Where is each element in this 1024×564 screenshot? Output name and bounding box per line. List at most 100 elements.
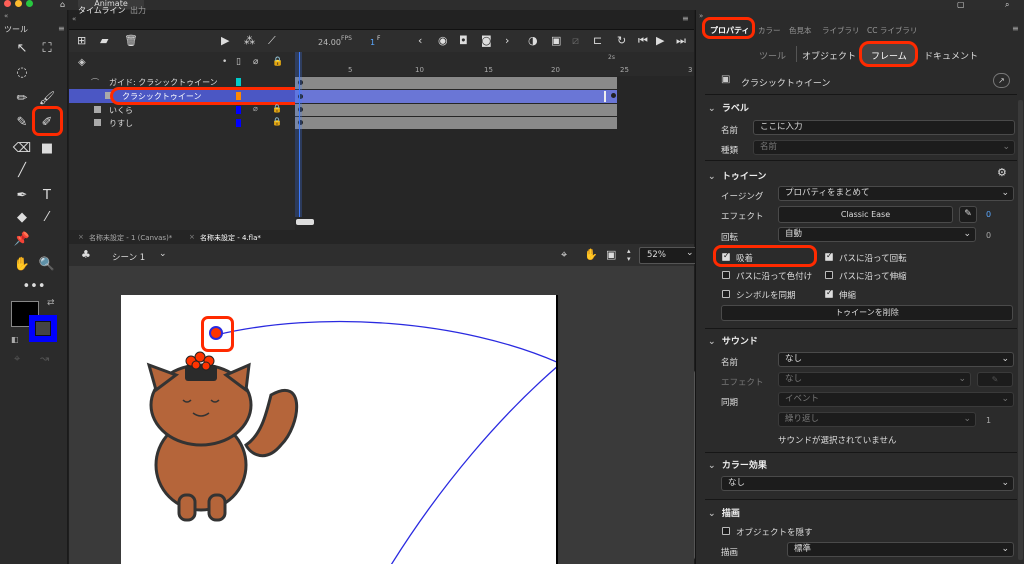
tab-color[interactable]: カラー [758,25,781,36]
eraser-icon[interactable]: ⌫ [12,138,32,158]
tween-section-header[interactable]: ⌄ トゥイーン [708,169,1018,182]
close-tab-icon[interactable]: × [78,233,84,241]
draw-section-header[interactable]: ⌄ 描画 [708,506,1018,519]
tween-icon[interactable]: ⧄ [572,34,579,48]
play-icon[interactable]: ▶ [656,34,664,47]
scale-along-checkbox[interactable] [825,271,833,279]
sound-section-header[interactable]: ⌄ サウンド [708,334,1018,347]
camera-icon[interactable]: ▶ [221,34,229,47]
motion-path[interactable] [215,320,558,364]
scale-checkbox[interactable] [825,288,833,298]
frame-span-guide[interactable] [295,77,617,89]
keyframe-end[interactable] [611,93,616,98]
more-tools-icon[interactable]: ••• [23,276,46,296]
edit-multiple-icon[interactable]: ▣ [551,34,561,47]
outline-icon[interactable]: ▯ [236,57,241,67]
delete-tween-button[interactable]: トゥイーンを削除 [721,305,1013,321]
doc-tab-2[interactable]: 名称未設定 - 4.fla* [200,233,261,243]
frame-name-input[interactable]: ここに入力 [753,120,1015,135]
loop-icon[interactable]: ↻ [617,34,626,47]
minimize-window-button[interactable] [15,0,22,7]
center-stage-icon[interactable]: ▴ ▾ [627,247,631,263]
paint-bucket-icon[interactable]: ◆ [12,207,32,227]
panel-menu-icon[interactable]: ≡ [682,14,689,23]
smooth-icon[interactable]: ↝ [40,352,49,365]
onion-skin-icon[interactable]: ◑ [528,34,538,47]
graph-icon[interactable]: ⟋ [268,34,276,48]
pin-icon[interactable]: 📌 [12,229,32,249]
link-icon[interactable]: ↗ [993,73,1010,88]
snap-icon[interactable]: ⌖ [14,352,20,366]
paint-brush-icon[interactable]: ✏ [12,88,32,108]
goto-first-icon[interactable]: ⏮ [638,34,648,48]
layer-depth-icon[interactable]: ⁂ [244,34,255,47]
hide-object-checkbox[interactable] [722,527,730,535]
chevron-down-icon[interactable]: ⌄ [159,249,167,259]
next-keyframe-icon[interactable]: › [505,34,509,47]
repeat-count[interactable]: 1 [986,416,991,425]
zoom-window-button[interactable] [26,0,33,7]
fps-value[interactable]: 24.00 [318,38,341,47]
color-effect-section-header[interactable]: ⌄ カラー効果 [708,458,1018,471]
visibility-icon[interactable]: ⌀ [253,57,258,67]
selection-tool-icon[interactable]: ↖ [12,38,32,58]
fluid-brush-icon[interactable]: ✎ [12,112,32,132]
line-icon[interactable]: ╱ [12,160,32,180]
sync-checkbox[interactable] [722,290,730,298]
panel-menu-icon[interactable]: ≡ [1012,24,1019,33]
rotate-stage-icon[interactable]: ✋ [584,248,598,261]
color-effect-select[interactable]: なし ⌄ [721,476,1014,491]
frame-span-tween[interactable] [295,90,617,103]
swap-colors-icon[interactable]: ⇄ [47,298,55,308]
sub-tab-document[interactable]: ドキュメント [924,49,978,62]
window-icon[interactable]: ▢ [957,0,965,9]
hidden-icon[interactable]: ⌀ [253,104,258,113]
new-layer-icon[interactable]: ⊞ [77,34,86,47]
frame-span-icon[interactable]: ⊏ [593,34,602,47]
tab-swatches[interactable]: 色見本 [789,25,812,36]
sub-tab-tool[interactable]: ツール [759,49,786,62]
rectangle-icon[interactable]: ■ [37,138,57,158]
tab-timeline[interactable]: タイムライン [78,5,125,16]
sync-mode-select[interactable]: イベント ⌄ [778,392,1014,407]
goto-last-icon[interactable]: ⏭ [676,34,686,48]
insert-blank-icon[interactable]: ◘ [459,34,468,47]
scene-label[interactable]: シーン 1 [112,251,145,263]
easing-select[interactable]: プロパティをまとめて ⌄ [778,186,1014,201]
home-icon[interactable]: ⌂ [60,0,65,9]
clear-keyframe-icon[interactable]: ◙ [481,34,492,47]
kind-select[interactable]: 名前 ⌄ [753,140,1015,155]
edit-ease-icon[interactable]: ✎ [959,206,977,223]
sound-name-select[interactable]: なし ⌄ [778,352,1014,367]
lock-icon[interactable]: 🔒 [272,117,282,126]
hand-icon[interactable]: ✋ [12,254,32,274]
ease-effect-button[interactable]: Classic Ease [778,206,953,223]
close-window-button[interactable] [4,0,11,7]
lock-icon[interactable]: 🔒 [272,104,282,113]
properties-scrollbar[interactable] [1018,100,1023,560]
layer-risushi[interactable]: りすし 🔒 [69,117,295,129]
tab-library[interactable]: ライブラリ [822,25,860,36]
collapse-icon[interactable]: » [699,12,703,20]
clubs-icon[interactable]: ♣ [81,248,91,261]
default-colors-icon[interactable]: ◧ [11,335,19,344]
label-section-header[interactable]: ⌄ ラベル [708,101,1018,114]
lock-icon[interactable]: 🔒 [272,57,283,67]
frame-span-risushi[interactable] [295,117,617,129]
playhead[interactable] [299,52,300,217]
frame-span-ikura[interactable] [295,104,617,116]
panel-collapse-icon[interactable]: « [72,15,76,23]
eyedropper-icon[interactable]: ⁄ [37,207,57,227]
doc-tab-1[interactable]: 名称未設定 - 1 (Canvas)* [89,233,172,243]
lasso-icon[interactable]: ◌ [12,62,32,82]
rotate-select[interactable]: 自動 ⌄ [778,227,976,242]
align-icon[interactable]: ⌖ [561,248,567,262]
frame-value[interactable]: 1 [370,38,375,47]
clip-icon[interactable]: ▣ [606,248,616,261]
insert-keyframe-icon[interactable]: ◉ [438,34,448,47]
edit-sound-icon[interactable]: ✎ [977,372,1013,387]
repeat-select[interactable]: 繰り返し ⌄ [778,412,976,427]
rotate-count[interactable]: 0 [986,231,991,240]
new-folder-icon[interactable]: ▰ [100,34,108,47]
gear-icon[interactable]: ⚙ [997,166,1007,179]
